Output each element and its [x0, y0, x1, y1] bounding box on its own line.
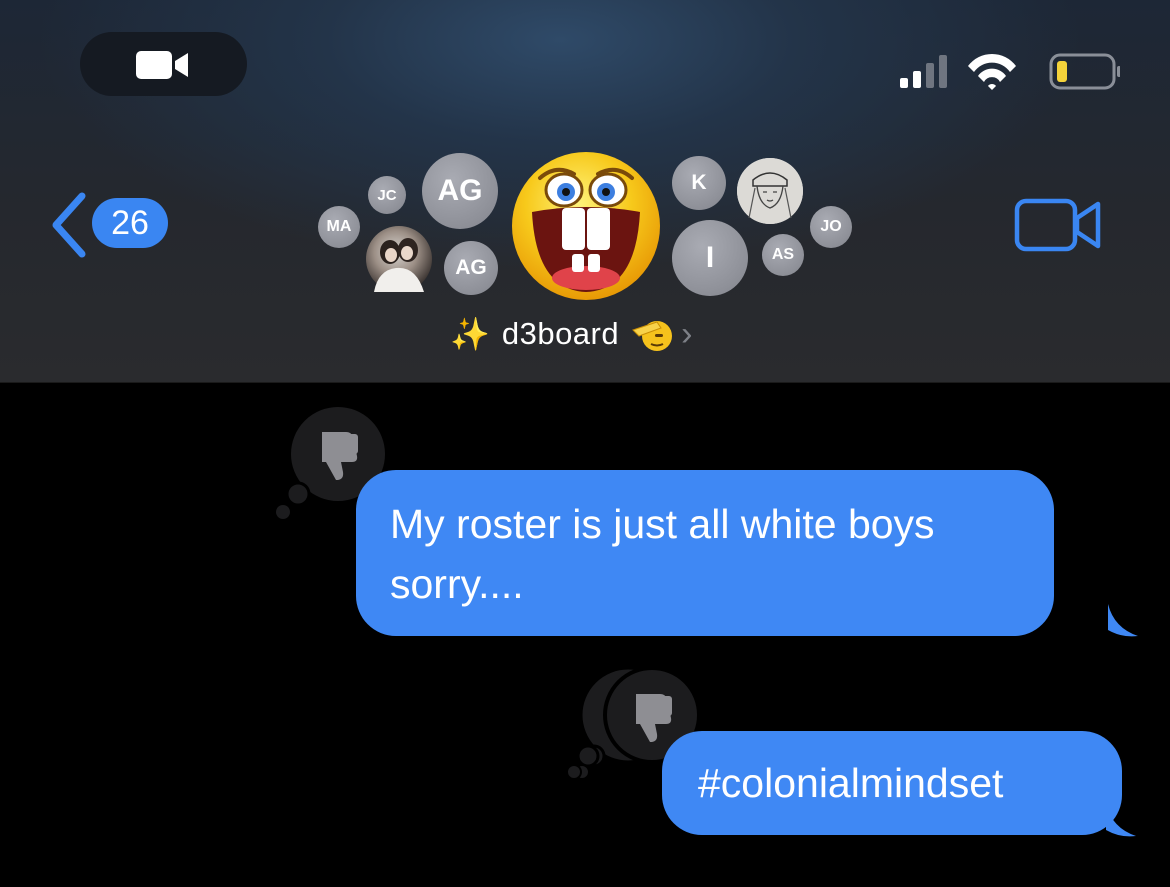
avatar-ag: AG [444, 241, 498, 295]
group-name-button[interactable]: ✨ d3board › [450, 312, 692, 356]
bubble-tail [1106, 804, 1136, 837]
cellular-signal-icon [900, 55, 947, 88]
laughing-face-emoji-icon [512, 152, 660, 300]
avatar-i-large: I [672, 220, 748, 296]
avatar-ag-large: AG [422, 153, 498, 229]
group-photo-emoji-face [510, 150, 662, 302]
camera-in-use-indicator[interactable] [80, 32, 247, 96]
avatar-jc: JC [368, 176, 406, 214]
message-text: #colonialmindset [698, 760, 1004, 806]
group-name-label: d3board [501, 316, 620, 351]
avatar-ma: MA [318, 206, 360, 248]
message-text-line-1: My roster is just all white boys [390, 501, 935, 547]
sketch-drawing-icon [737, 158, 803, 224]
avatar-as: AS [762, 234, 804, 276]
avatar-k: K [672, 156, 726, 210]
video-call-button[interactable] [1014, 196, 1104, 256]
avatar-sketch [737, 158, 803, 224]
bubble-tail [1108, 604, 1138, 637]
avatar-jo: JO [810, 206, 852, 248]
conversation-header: 26 MA JC AG AG K I AS JO ✨ d3board › [0, 0, 1170, 383]
status-bar-icons [900, 53, 1120, 90]
back-button[interactable]: 26 [44, 190, 184, 260]
sparkles-emoji: ✨ [450, 316, 490, 352]
avatar-photo [366, 226, 432, 292]
video-camera-outline-icon [1014, 198, 1101, 252]
message-bubble-outgoing[interactable]: #colonialmindset [662, 731, 1122, 835]
unread-count-badge: 26 [92, 198, 168, 248]
saluting-face-emoji-icon [632, 321, 673, 351]
battery-low-icon [1049, 53, 1120, 90]
message-text-line-2: sorry.... [390, 561, 524, 607]
video-camera-icon [136, 51, 188, 79]
chevron-left-icon [52, 192, 86, 258]
chevron-right-icon: › [681, 314, 693, 353]
two-people-photo-icon [374, 238, 424, 292]
message-bubble-outgoing[interactable]: My roster is just all white boys sorry..… [356, 470, 1054, 636]
wifi-icon [968, 53, 1016, 90]
